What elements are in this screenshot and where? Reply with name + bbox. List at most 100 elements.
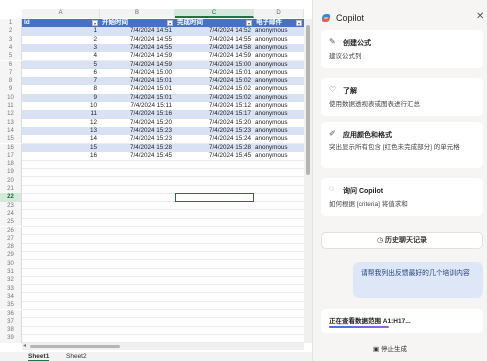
table-cell[interactable]: 4 [22,52,97,60]
table-cell[interactable]: 7/4/2024 15:17 [175,110,251,118]
table-cell[interactable]: 13 [22,127,97,135]
table-cell[interactable]: 7/4/2024 15:01 [175,69,251,77]
column-header-b[interactable]: B [100,9,175,18]
table-cell[interactable]: 6 [22,69,97,77]
row-header-17[interactable]: 17 [0,151,22,161]
table-cell[interactable]: 14 [22,135,97,143]
table-cell[interactable]: 7/4/2024 15:11 [100,102,172,110]
filter-dropdown-icon[interactable]: ▾ [246,20,252,26]
table-cell[interactable]: anonymous [254,94,304,102]
table-cell[interactable]: anonymous [254,144,304,152]
row-header-5[interactable]: 5 [0,52,22,61]
table-cell[interactable]: 7/4/2024 15:45 [175,152,251,160]
row-header-26[interactable]: 26 [0,226,22,235]
table-cell[interactable]: 7/4/2024 15:02 [175,94,251,102]
table-cell[interactable]: 7/4/2024 15:23 [100,127,172,135]
column-header-a[interactable]: A [22,9,100,18]
table-cell[interactable]: 1 [22,27,97,35]
table-cell[interactable]: 7/4/2024 14:59 [175,52,251,60]
table-cell[interactable]: 8 [22,85,97,93]
table-cell[interactable]: 7/4/2024 15:12 [175,102,251,110]
table-cell[interactable]: anonymous [254,36,304,44]
table-cell[interactable]: 15 [22,144,97,152]
table-cell[interactable]: 7/4/2024 15:23 [175,127,251,135]
row-header-37[interactable]: 37 [0,317,22,327]
table-cell[interactable]: 3 [22,44,97,52]
vertical-scrollbar[interactable] [304,19,312,343]
row-header-8[interactable]: 8 [0,77,22,86]
suggestion-card-format[interactable]: ✐ 应用颜色和格式 突出显示所有包含 [红色未完成部分] 的单元格 [321,122,483,168]
row-header-31[interactable]: 31 [0,268,22,277]
table-cell[interactable]: 9 [22,94,97,102]
row-header-13[interactable]: 13 [0,118,22,127]
row-header-20[interactable]: 20 [0,176,22,185]
row-header-12[interactable]: 12 [0,110,22,119]
row-header-14[interactable]: 14 [0,126,22,136]
table-cell[interactable]: 7/4/2024 15:01 [100,77,172,85]
row-header-2[interactable]: 2 [0,27,22,36]
table-cell[interactable]: anonymous [254,135,304,143]
table-cell[interactable]: 7/4/2024 15:20 [175,119,251,127]
row-header-10[interactable]: 10 [0,93,22,102]
row-header-11[interactable]: 11 [0,102,22,111]
row-header-3[interactable]: 3 [0,35,22,44]
table-cell[interactable]: 7/4/2024 15:24 [175,135,251,143]
row-header-34[interactable]: 34 [0,292,22,302]
row-header-30[interactable]: 30 [0,259,22,268]
table-cell[interactable]: 5 [22,61,97,69]
close-icon[interactable]: ✕ [476,11,484,23]
table-cell[interactable]: 7/4/2024 14:55 [100,36,172,44]
table-cell[interactable]: 7/4/2024 15:00 [175,61,251,69]
filter-dropdown-icon[interactable]: ▾ [167,20,173,26]
row-header-16[interactable]: 16 [0,143,22,152]
horizontal-scroll-thumb[interactable] [30,345,120,348]
table-cell[interactable]: 7/4/2024 15:28 [175,144,251,152]
row-header-24[interactable]: 24 [0,209,22,219]
table-cell[interactable]: 11 [22,110,97,118]
table-cell[interactable]: anonymous [254,69,304,77]
row-header-9[interactable]: 9 [0,85,22,94]
sheet-tab-1[interactable]: Sheet1 [28,352,50,361]
table-cell[interactable]: 7/4/2024 15:16 [100,110,172,118]
table-cell[interactable]: 7/4/2024 14:55 [100,44,172,52]
table-cell[interactable]: anonymous [254,61,304,69]
row-header-38[interactable]: 38 [0,326,22,335]
filter-dropdown-icon[interactable]: ▾ [92,20,98,26]
stop-generating-button[interactable]: ▣ 停止生成 [373,343,407,353]
table-cell[interactable]: 7/4/2024 14:55 [175,36,251,44]
column-header-d[interactable]: D [254,9,304,18]
row-header-4[interactable]: 4 [0,43,22,53]
row-header-33[interactable]: 33 [0,284,22,293]
table-cell[interactable]: anonymous [254,102,304,110]
table-cell[interactable]: 7/4/2024 15:01 [100,94,172,102]
row-header-18[interactable]: 18 [0,160,22,169]
row-header-21[interactable]: 21 [0,185,22,194]
table-cell[interactable]: 7/4/2024 14:59 [100,61,172,69]
table-cell[interactable]: 7 [22,77,97,85]
row-header-27[interactable]: 27 [0,234,22,244]
row-header-25[interactable]: 25 [0,218,22,227]
table-cell[interactable]: 7/4/2024 15:20 [100,119,172,127]
scroll-left-icon[interactable]: ◂ [23,342,26,349]
column-header-c[interactable]: C [175,9,254,18]
table-cell[interactable]: 2 [22,36,97,44]
suggestion-card-ask-copilot[interactable]: ◌ 询问 Copilot 如何根据 [criteria] 将值求和 [321,178,483,216]
row-header-36[interactable]: 36 [0,309,22,318]
table-cell[interactable]: 12 [22,119,97,127]
row-header-15[interactable]: 15 [0,135,22,144]
table-cell[interactable]: anonymous [254,85,304,93]
table-cell[interactable]: 7/4/2024 14:51 [100,27,172,35]
row-header-22[interactable]: 22 [0,193,22,202]
filter-dropdown-icon[interactable]: ▾ [296,20,302,26]
table-cell[interactable]: 7/4/2024 15:01 [100,85,172,93]
row-header-28[interactable]: 28 [0,243,22,252]
table-cell[interactable]: anonymous [254,52,304,60]
row-header-39[interactable]: 39 [0,334,22,343]
suggestion-card-create-formula[interactable]: ✎ 创建公式 建议公式列 [321,30,483,68]
table-cell[interactable]: 7/4/2024 15:02 [175,77,251,85]
table-cell[interactable]: anonymous [254,27,304,35]
horizontal-scrollbar[interactable]: ◂ [22,343,304,350]
chat-history-button[interactable]: ◷ 历史聊天记录 [321,232,483,249]
table-cell[interactable]: 7/4/2024 14:58 [175,44,251,52]
row-header-32[interactable]: 32 [0,276,22,285]
